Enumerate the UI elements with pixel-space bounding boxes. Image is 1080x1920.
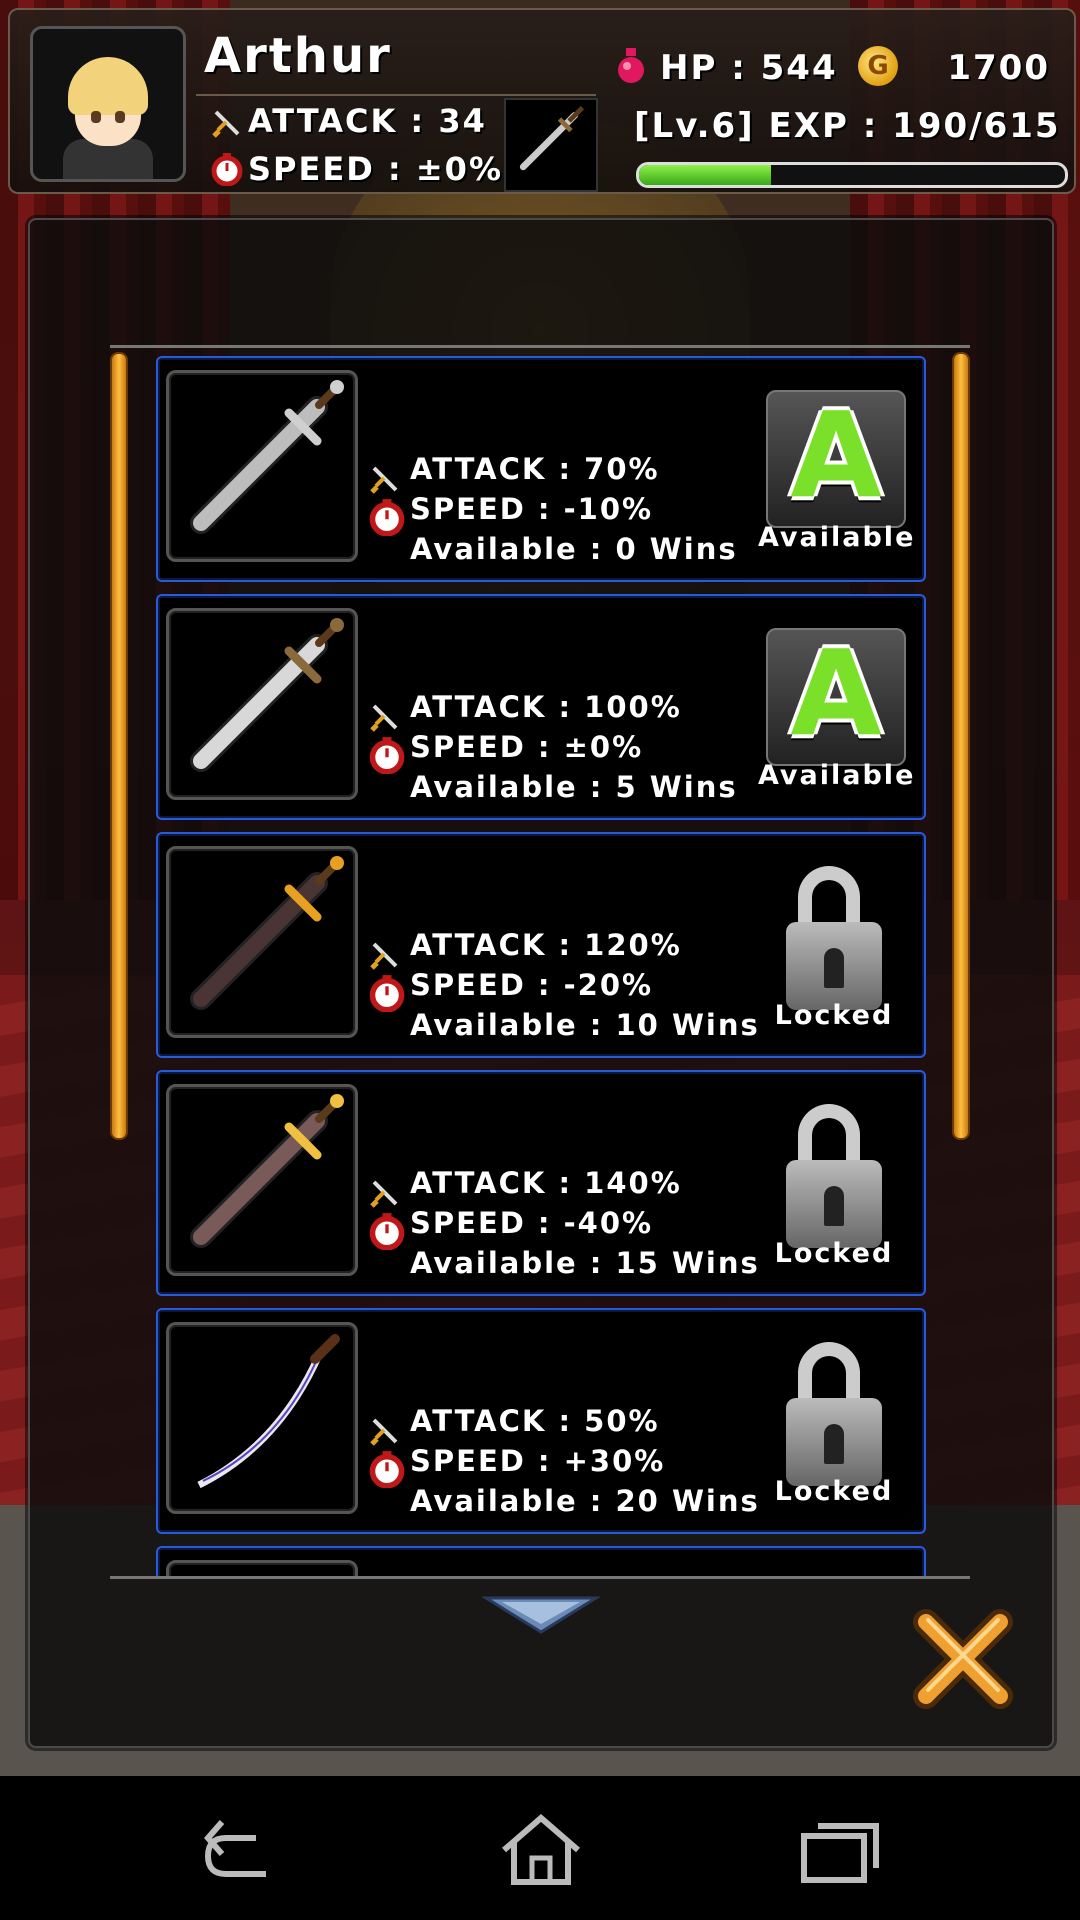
level-exp-text: [Lv.6] EXP : 190/615	[634, 106, 1061, 146]
left-scroll-rail	[110, 352, 128, 1140]
gold-coin-icon: G	[858, 46, 898, 86]
weapon-card[interactable]: ATTACK : 100% SPEED : ±0% Available : 5 …	[156, 594, 926, 820]
avatar-hair	[68, 57, 148, 115]
close-x-icon[interactable]	[908, 1604, 1018, 1714]
weapon-list[interactable]: ATTACK : 70% SPEED : -10% Available : 0 …	[150, 352, 930, 1576]
speed-stopwatch-icon	[211, 153, 243, 186]
weapon-card[interactable]: ATTACK : 70% SPEED : -10% Available : 0 …	[156, 356, 926, 582]
home-icon[interactable]	[496, 1812, 586, 1888]
keyhole	[824, 1424, 844, 1464]
weapon-unlock-requirement: Available : 20 Wins	[410, 1484, 760, 1518]
padlock-icon	[786, 1160, 882, 1248]
avatar-eye	[91, 111, 101, 123]
gold-amount: 1700	[947, 48, 1050, 88]
exp-progress-bar	[636, 162, 1068, 188]
dark-sword-icon	[166, 846, 358, 1038]
player-speed: SPEED : ±0%	[248, 150, 503, 188]
player-name: Arthur	[204, 28, 392, 84]
header-divider	[196, 94, 596, 96]
exp-progress-fill	[639, 165, 772, 185]
weapon-status[interactable]: A Available	[758, 386, 916, 553]
weapon-status: Locked	[758, 1342, 910, 1507]
weapon-image	[190, 1094, 344, 1248]
weapon-speed: SPEED : +30%	[410, 1444, 666, 1478]
speed-stopwatch-icon	[369, 975, 405, 1012]
weapon-card[interactable]: ATTACK : 120% SPEED : -20% Available : 1…	[156, 832, 926, 1058]
attack-sword-icon	[370, 1418, 398, 1446]
keyhole	[824, 1186, 844, 1226]
weapon-card[interactable]: ATTACK : 140% SPEED : -40% Available : 1…	[156, 1070, 926, 1296]
speed-stopwatch-icon	[369, 1213, 405, 1250]
recent-apps-icon[interactable]	[796, 1812, 886, 1888]
weapon-attack: ATTACK : 50%	[410, 1404, 660, 1438]
weapon-unlock-requirement: Available : 15 Wins	[410, 1246, 760, 1280]
weapon-speed: SPEED : ±0%	[410, 730, 644, 764]
avatar-eye	[115, 111, 125, 123]
attack-sword-icon	[212, 110, 240, 138]
padlock-icon	[786, 1398, 882, 1486]
attack-sword-icon	[370, 942, 398, 970]
attack-sword-icon	[370, 466, 398, 494]
speed-stopwatch-icon	[369, 1451, 405, 1488]
weapon-attack: ATTACK : 120%	[410, 928, 682, 962]
weapon-unlock-requirement: Available : 5 Wins	[410, 770, 738, 804]
weapon-image	[190, 856, 344, 1010]
player-hp: HP : 544	[660, 48, 838, 88]
available-a-letter: A	[790, 624, 882, 762]
available-a-letter: A	[790, 386, 882, 524]
weapon-status: Locked	[758, 1104, 910, 1269]
available-a-icon: A	[766, 624, 906, 766]
player-status-header: Arthur ATTACK : 34 SPEED : ±0% HP : 544 …	[8, 8, 1076, 194]
speed-stopwatch-icon	[369, 737, 405, 774]
weapon-speed: SPEED : -40%	[410, 1206, 654, 1240]
weapon-image	[197, 1334, 340, 1489]
equipped-weapon[interactable]	[504, 98, 598, 192]
weapon-unlock-requirement: Available : 0 Wins	[410, 532, 738, 566]
weapon-image	[190, 618, 344, 772]
weapon-image	[169, 1563, 355, 1576]
avatar[interactable]	[30, 26, 186, 182]
scroll-down-arrow-icon[interactable]	[482, 1594, 600, 1634]
weapon-speed: SPEED : -10%	[410, 492, 654, 526]
weapon-attack: ATTACK : 70%	[410, 452, 660, 486]
weapon-status-label: Locked	[774, 1476, 894, 1507]
available-a-icon: A	[766, 386, 906, 528]
list-bottom-divider	[110, 1576, 970, 1579]
player-attack: ATTACK : 34	[248, 102, 487, 140]
attack-sword-icon	[370, 704, 398, 732]
weapon-status-label: Locked	[774, 1238, 894, 1269]
attack-sword-icon	[370, 1180, 398, 1208]
right-scroll-rail[interactable]	[952, 352, 970, 1140]
weapon-image	[190, 380, 344, 534]
ornate-greatsword-icon	[166, 1084, 358, 1276]
weapon-speed: SPEED : -20%	[410, 968, 654, 1002]
weapon-status: Locked	[758, 866, 910, 1031]
weapon-attack: ATTACK : 100%	[410, 690, 682, 724]
weapon-status-label: Available	[758, 760, 916, 791]
list-top-divider	[110, 345, 970, 348]
partial-weapon-icon	[166, 1560, 358, 1576]
hp-potion-icon	[618, 48, 644, 83]
back-arrow-icon[interactable]	[196, 1812, 286, 1888]
katana-icon	[166, 1322, 358, 1514]
weapon-status-label: Locked	[774, 1000, 894, 1031]
weapon-card[interactable]: ATTACK : 50% SPEED : +30% Available : 20…	[156, 1308, 926, 1534]
weapon-attack: ATTACK : 140%	[410, 1166, 682, 1200]
equipped-sword-icon	[519, 105, 585, 171]
padlock-icon	[786, 922, 882, 1010]
weapon-status-label: Available	[758, 522, 916, 553]
weapon-unlock-requirement: Available : 10 Wins	[410, 1008, 760, 1042]
speed-stopwatch-icon	[369, 499, 405, 536]
weapon-card[interactable]	[156, 1546, 926, 1576]
weapon-status[interactable]: A Available	[758, 624, 916, 791]
knight-sword-icon	[166, 608, 358, 800]
keyhole	[824, 948, 844, 988]
steel-sword-icon	[166, 370, 358, 562]
android-navigation-bar	[0, 1776, 1080, 1920]
